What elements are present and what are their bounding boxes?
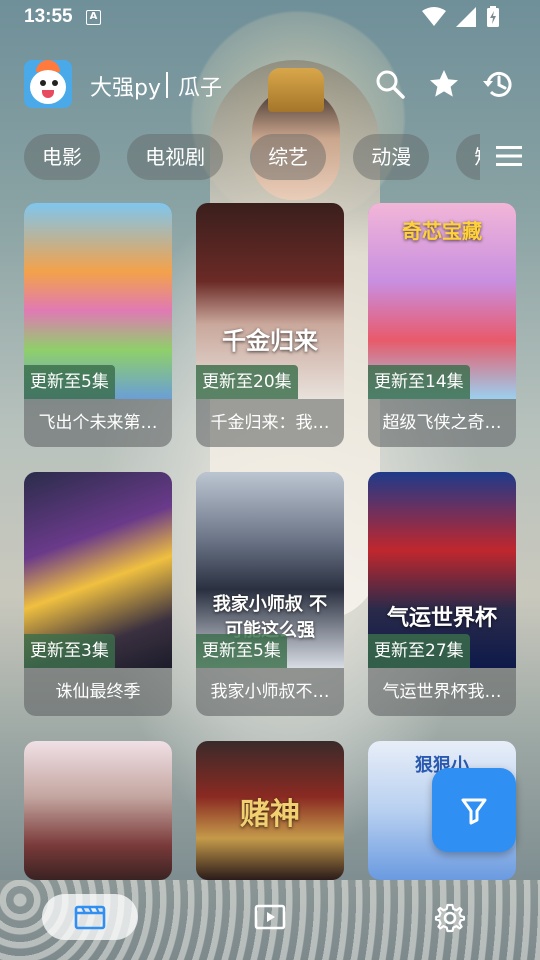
- tab-anime[interactable]: 动漫: [353, 134, 430, 180]
- search-icon[interactable]: [374, 68, 406, 100]
- update-badge: 更新至20集: [196, 365, 298, 399]
- tab-variety[interactable]: 综艺: [250, 134, 327, 180]
- menu-icon[interactable]: [494, 144, 524, 168]
- video-card[interactable]: [24, 741, 172, 880]
- play-video-icon[interactable]: [254, 904, 286, 930]
- cell-signal-icon: [456, 7, 476, 27]
- notification-icon: A: [86, 10, 101, 25]
- video-card[interactable]: 更新至5集 飞出个未来第…: [24, 203, 172, 447]
- header-divider: [166, 72, 168, 98]
- update-badge: 更新至3集: [24, 634, 115, 668]
- poster-caption: 千金归来: [222, 326, 318, 355]
- status-bar: 13:55 A: [0, 0, 540, 34]
- card-title: 气运世界杯我…: [382, 682, 502, 702]
- video-card[interactable]: 千金归来 更新至20集 千金归来：我…: [196, 203, 344, 447]
- status-time: 13:55: [24, 6, 73, 27]
- status-icons: [422, 6, 500, 28]
- clapperboard-icon: [74, 905, 106, 930]
- card-title: 诛仙最终季: [55, 682, 141, 702]
- category-tabs: 电影 电视剧 综艺 动漫 短: [24, 134, 480, 180]
- update-badge: 更新至5集: [196, 634, 287, 668]
- card-title: 我家小师叔不…: [210, 682, 330, 702]
- poster-caption: 气运世界杯: [386, 605, 497, 631]
- nav-home[interactable]: [42, 894, 138, 940]
- source-selector[interactable]: 大强py: [90, 70, 161, 102]
- app-logo: [24, 60, 72, 108]
- app-header: 大强py 瓜子: [0, 56, 540, 112]
- update-badge: 更新至5集: [24, 365, 115, 399]
- video-card[interactable]: 我家小师叔 不可能这么强 更新至5集 我家小师叔不…: [196, 472, 344, 716]
- tab-tv-series[interactable]: 电视剧: [127, 134, 224, 180]
- poster-image: [24, 741, 172, 880]
- video-card[interactable]: 奇芯宝藏 更新至14集 超级飞侠之奇…: [368, 203, 516, 447]
- video-card[interactable]: 更新至3集 诛仙最终季: [24, 472, 172, 716]
- video-card[interactable]: 气运世界杯 更新至27集 气运世界杯我…: [368, 472, 516, 716]
- poster-caption: 赌神: [240, 797, 300, 832]
- update-badge: 更新至14集: [368, 365, 470, 399]
- tab-short[interactable]: 短: [456, 134, 480, 180]
- settings-icon[interactable]: [434, 902, 466, 934]
- card-title: 飞出个未来第…: [38, 413, 158, 433]
- filter-icon: [461, 798, 487, 825]
- site-name[interactable]: 瓜子: [178, 70, 222, 102]
- video-card[interactable]: 赌神: [196, 741, 344, 880]
- filter-button[interactable]: [432, 768, 516, 852]
- wifi-icon: [422, 7, 446, 26]
- star-icon[interactable]: [428, 68, 460, 100]
- card-title: 千金归来：我…: [210, 413, 330, 433]
- bottom-navigation: [0, 880, 540, 960]
- poster-caption: 奇芯宝藏: [402, 219, 482, 243]
- battery-charging-icon: [487, 6, 499, 27]
- history-icon[interactable]: [482, 68, 514, 100]
- update-badge: 更新至27集: [368, 634, 470, 668]
- card-title: 超级飞侠之奇…: [382, 413, 502, 433]
- tab-movies[interactable]: 电影: [24, 134, 100, 180]
